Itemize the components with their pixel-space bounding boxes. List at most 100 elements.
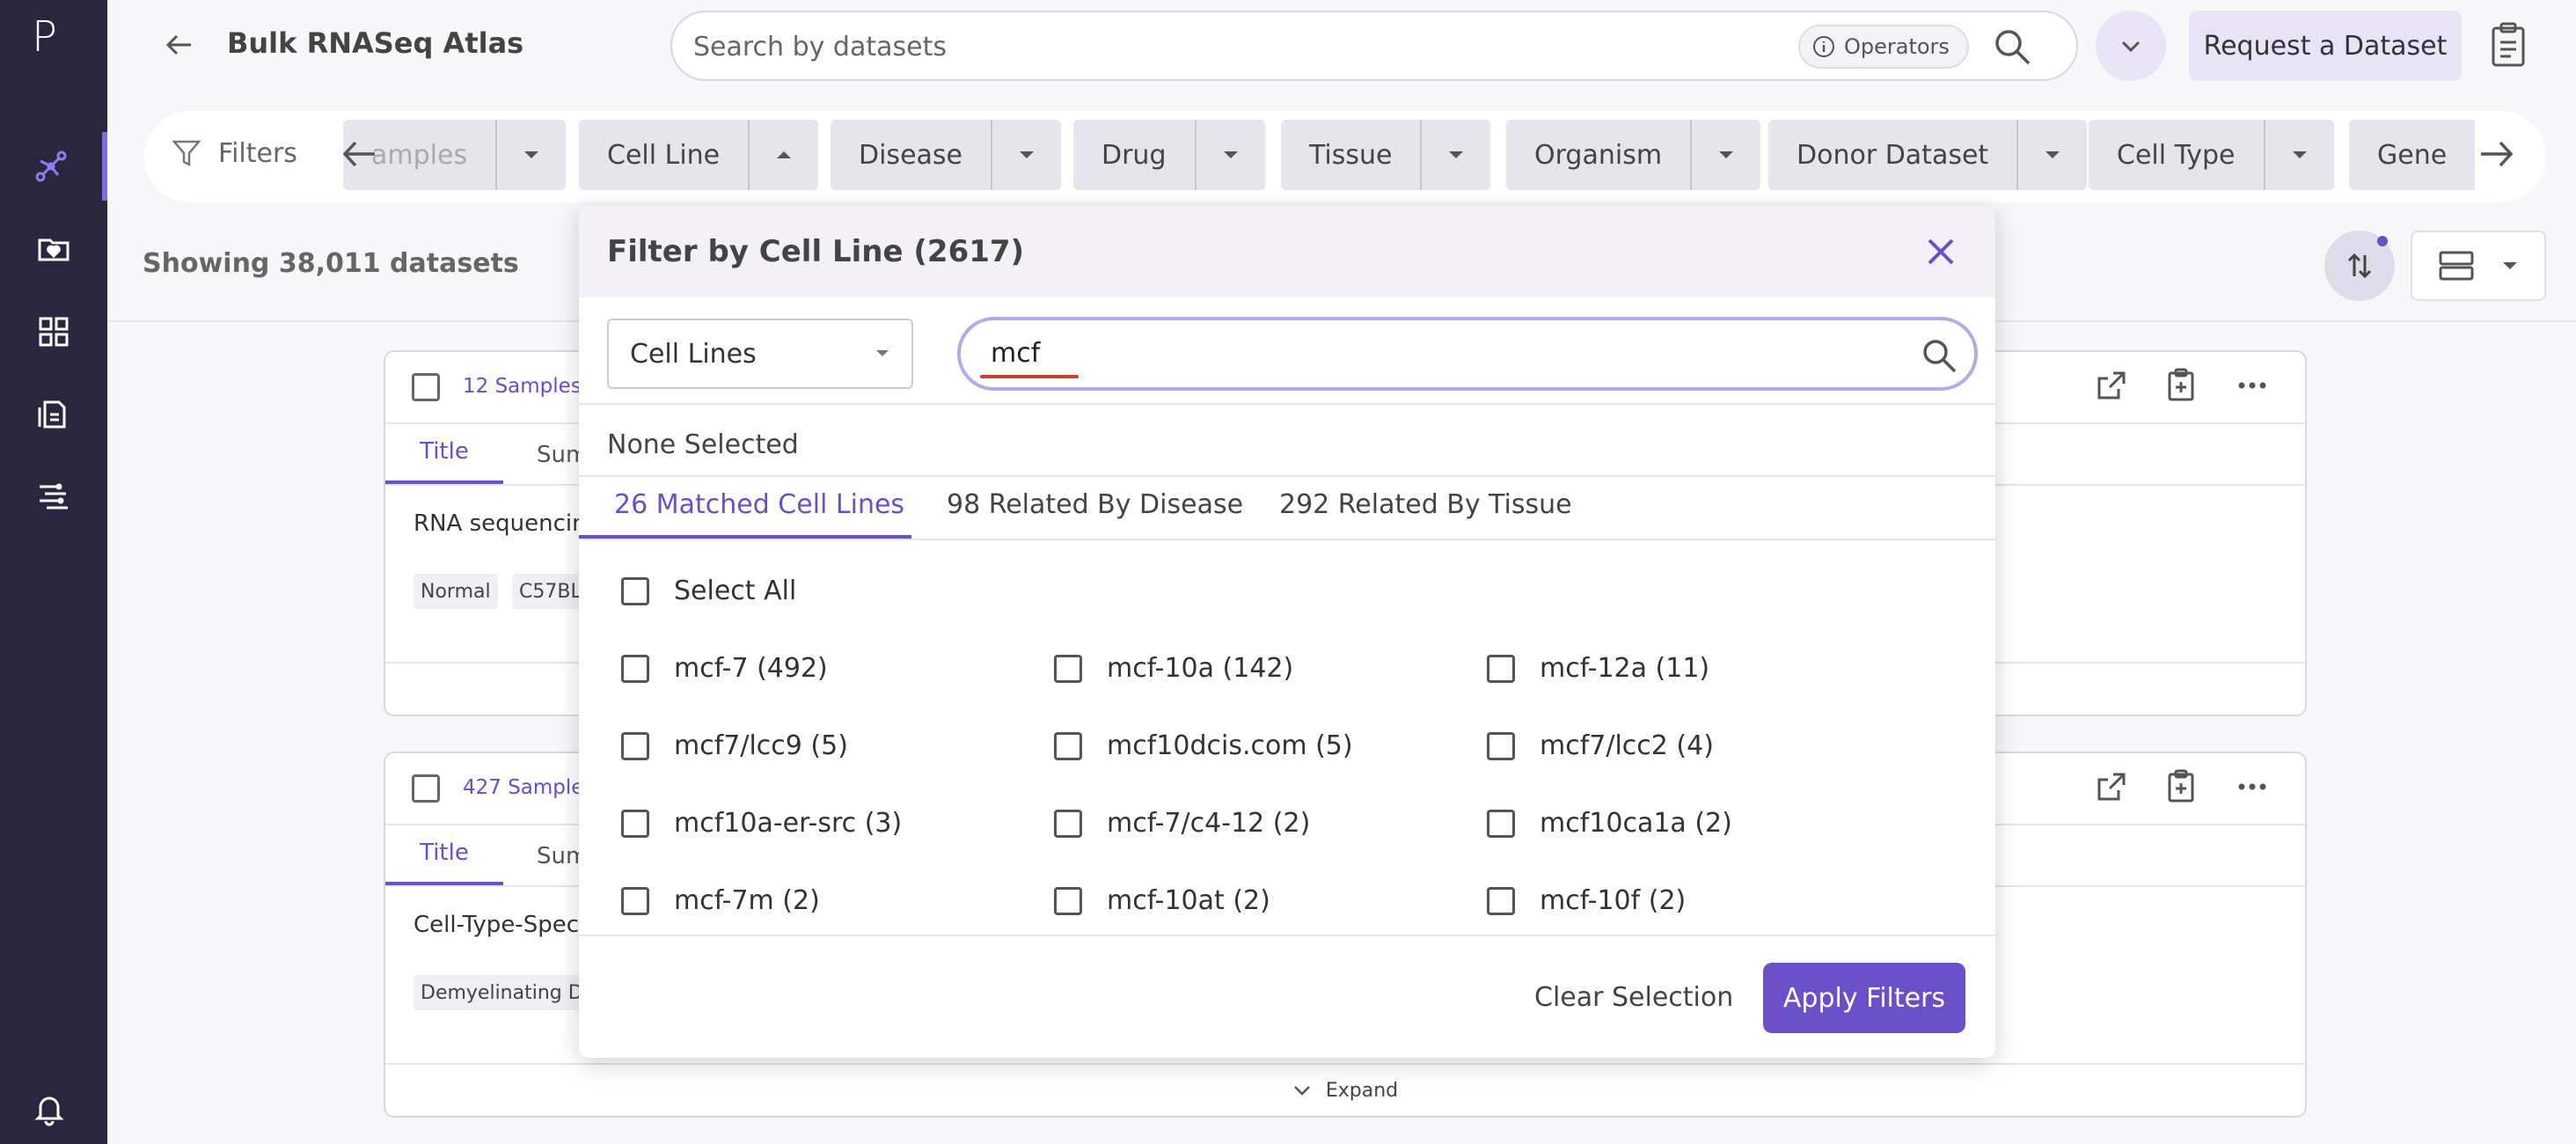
option-checkbox[interactable]: mcf7/lcc2 (4) xyxy=(1487,730,1714,761)
caret-down-icon xyxy=(2502,262,2517,269)
dataset-search-input[interactable]: Search by datasets Operators xyxy=(670,11,2078,81)
operators-button[interactable]: Operators xyxy=(1798,25,1969,69)
samples-link[interactable]: 12 Samples xyxy=(463,375,582,398)
sidebar-item-apps[interactable] xyxy=(0,297,107,366)
modal-header: Filter by Cell Line (2617) xyxy=(579,206,1995,297)
filter-chip-organism[interactable]: Organism xyxy=(1506,120,1761,190)
option-checkbox[interactable]: mcf-10a (142) xyxy=(1054,653,1293,684)
dataset-checkbox[interactable] xyxy=(412,774,440,803)
checkbox[interactable] xyxy=(1487,809,1515,838)
dataset-checkbox[interactable] xyxy=(412,373,440,401)
tab-matched-cell-lines[interactable]: 26 Matched Cell Lines xyxy=(614,489,904,520)
scroll-left-arrow-icon[interactable] xyxy=(336,130,384,178)
option-checkbox[interactable]: mcf-7/c4-12 (2) xyxy=(1054,808,1310,839)
filter-chip-donor-dataset[interactable]: Donor Dataset xyxy=(1768,120,2088,190)
search-options-dropdown[interactable] xyxy=(2096,11,2166,81)
cell-line-type-select[interactable]: Cell Lines xyxy=(607,319,913,389)
arrow-left-icon xyxy=(165,34,191,55)
close-icon[interactable] xyxy=(1925,236,1957,268)
option-checkbox[interactable]: mcf10a-er-src (3) xyxy=(621,808,902,839)
checkbox[interactable] xyxy=(1487,886,1515,915)
caret-down-icon[interactable] xyxy=(497,120,566,190)
apply-filters-button[interactable]: Apply Filters xyxy=(1763,963,1965,1033)
checkbox[interactable] xyxy=(621,809,649,838)
filter-chip-cell-type[interactable]: Cell Type xyxy=(2089,120,2334,190)
results-count: Showing 38,011 datasets xyxy=(143,248,519,279)
tag-chip: C57BL xyxy=(512,574,589,609)
checkbox[interactable] xyxy=(1054,886,1082,915)
option-checkbox[interactable]: mcf-10f (2) xyxy=(1487,885,1686,916)
option-checkbox[interactable]: mcf-7 (492) xyxy=(621,653,828,684)
modal-footer: Clear Selection Apply Filters xyxy=(579,935,1995,1058)
filter-chip-cell-line[interactable]: Cell Line xyxy=(579,120,819,190)
filter-chip-tissue[interactable]: Tissue xyxy=(1281,120,1491,190)
back-button[interactable] xyxy=(157,23,201,67)
sidebar-item-reports[interactable] xyxy=(0,380,107,449)
view-toggle-button[interactable] xyxy=(2411,231,2546,301)
checkbox[interactable] xyxy=(621,654,649,683)
chevron-down-icon xyxy=(1293,1086,1310,1096)
option-checkbox[interactable]: mcf10ca1a (2) xyxy=(1487,808,1732,839)
checkbox[interactable] xyxy=(1487,731,1515,760)
tag-chip: Normal xyxy=(413,574,498,609)
cell-line-search-input[interactable]: mcf xyxy=(957,317,1978,391)
sidebar-item-pipelines[interactable] xyxy=(0,463,107,532)
checkbox[interactable] xyxy=(1054,809,1082,838)
open-external-icon[interactable] xyxy=(2094,769,2129,804)
filter-chip-drug[interactable]: Drug xyxy=(1073,120,1265,190)
expand-button[interactable]: Expand xyxy=(385,1063,2305,1116)
select-all-checkbox[interactable]: Select All xyxy=(621,576,796,606)
app-logo: P xyxy=(32,12,57,62)
sidebar-item-atlas[interactable] xyxy=(0,132,107,201)
samples-link[interactable]: 427 Samples xyxy=(463,776,594,799)
scroll-right-arrow-icon[interactable] xyxy=(2472,130,2520,178)
caret-down-icon[interactable] xyxy=(992,120,1061,190)
option-checkbox[interactable]: mcf-7m (2) xyxy=(621,885,820,916)
option-checkbox[interactable]: mcf7/lcc9 (5) xyxy=(621,730,848,761)
clipboard-icon[interactable] xyxy=(2486,21,2530,69)
tab-title[interactable]: Title xyxy=(385,422,503,484)
divider xyxy=(579,403,1995,405)
filter-funnel-icon xyxy=(172,140,201,167)
filter-bar: Filters amples Cell Line Disease Drug Ti… xyxy=(144,111,2546,202)
checkbox[interactable] xyxy=(1487,654,1515,683)
search-value: mcf xyxy=(991,338,1041,369)
checkbox[interactable] xyxy=(621,886,649,915)
more-options-icon[interactable] xyxy=(2235,769,2270,804)
cell-line-filter-modal: Filter by Cell Line (2617) Cell Lines mc… xyxy=(579,206,1995,1058)
filter-chip-disease[interactable]: Disease xyxy=(831,120,1061,190)
info-icon xyxy=(1813,36,1834,57)
search-icon[interactable] xyxy=(1992,26,2032,67)
option-checkbox[interactable]: mcf10dcis.com (5) xyxy=(1054,730,1353,761)
caret-down-icon[interactable] xyxy=(2018,120,2087,190)
atlas-network-icon xyxy=(35,150,67,182)
caret-up-icon[interactable] xyxy=(750,120,818,190)
spellcheck-underline xyxy=(980,375,1079,378)
operators-label: Operators xyxy=(1844,34,1950,59)
caret-down-icon[interactable] xyxy=(2265,120,2334,190)
checkbox[interactable] xyxy=(621,731,649,760)
dataset-description: Cell-Type-Specifi xyxy=(413,912,600,938)
checkbox[interactable] xyxy=(1054,731,1082,760)
page-title: Bulk RNASeq Atlas xyxy=(227,26,524,60)
option-checkbox[interactable]: mcf-12a (11) xyxy=(1487,653,1709,684)
filter-chip-gene[interactable]: Gene xyxy=(2349,120,2476,190)
tab-related-by-tissue[interactable]: 292 Related By Tissue xyxy=(1279,489,1572,520)
more-options-icon[interactable] xyxy=(2235,368,2270,403)
search-icon[interactable] xyxy=(1920,336,1958,375)
add-to-clipboard-icon[interactable] xyxy=(2164,368,2199,403)
checkbox[interactable] xyxy=(621,576,649,605)
checkbox[interactable] xyxy=(1054,654,1082,683)
tab-title[interactable]: Title xyxy=(385,824,503,885)
caret-down-icon[interactable] xyxy=(1422,120,1490,190)
tab-related-by-disease[interactable]: 98 Related By Disease xyxy=(947,489,1243,520)
bell-icon[interactable] xyxy=(32,1091,67,1126)
sidebar-item-collections[interactable] xyxy=(0,215,107,283)
clear-selection-button[interactable]: Clear Selection xyxy=(1534,982,1733,1013)
caret-down-icon[interactable] xyxy=(1692,120,1760,190)
open-external-icon[interactable] xyxy=(2094,368,2129,403)
add-to-clipboard-icon[interactable] xyxy=(2164,769,2199,804)
option-checkbox[interactable]: mcf-10at (2) xyxy=(1054,885,1270,916)
request-dataset-button[interactable]: Request a Dataset xyxy=(2189,11,2462,81)
caret-down-icon[interactable] xyxy=(1197,120,1265,190)
